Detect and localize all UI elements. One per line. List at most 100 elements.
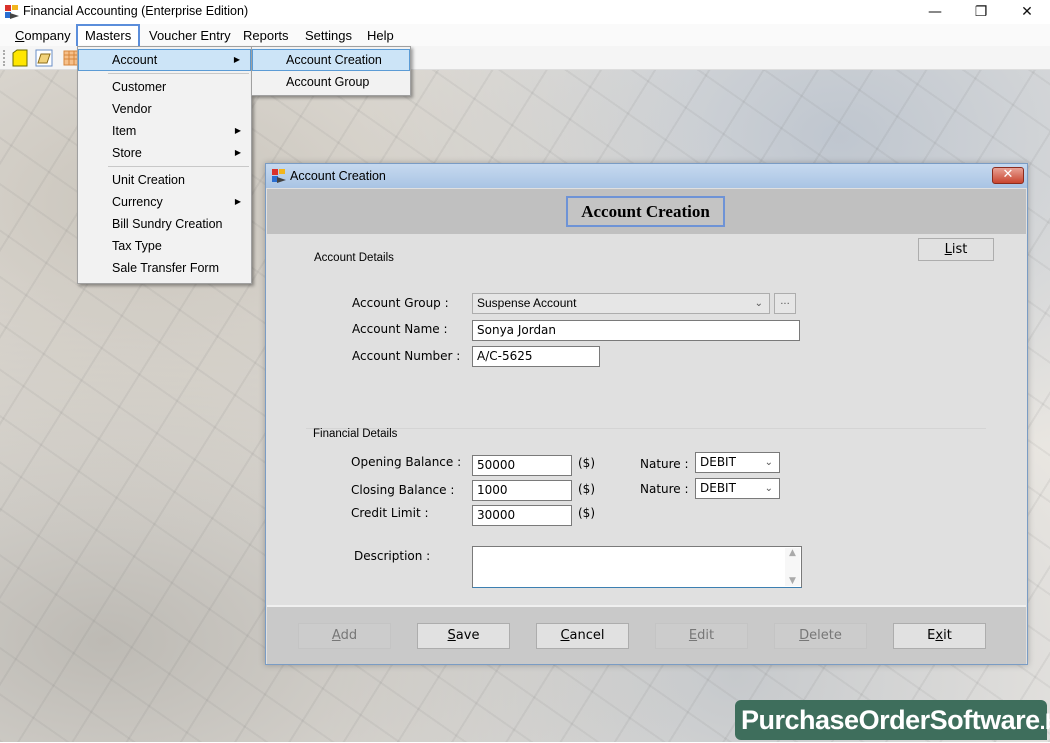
description-scrollbar[interactable]: ▲ ▼ [785, 548, 800, 586]
opening-nature-select[interactable]: DEBIT ⌄ [695, 452, 780, 473]
opening-nature-value: DEBIT [700, 455, 736, 469]
scroll-down-icon[interactable]: ▼ [785, 576, 800, 586]
save-accel: S [447, 628, 456, 643]
dialog-titlebar: Account Creation ✕ [266, 164, 1027, 188]
menu-masters[interactable]: Masters [76, 24, 141, 48]
add-label: dd [340, 628, 358, 643]
scroll-up-icon[interactable]: ▲ [785, 548, 800, 558]
account-number-input[interactable]: A/C-5625 [472, 346, 600, 367]
cancel-label: ancel [569, 628, 605, 643]
account-group-label: Account Group : [352, 296, 449, 310]
opening-nature-label: Nature : [640, 457, 689, 471]
new-file-icon[interactable] [11, 49, 29, 67]
app-logo-icon [272, 169, 286, 183]
chevron-down-icon: ⌄ [764, 483, 773, 494]
edit-label: dit [697, 628, 715, 643]
menu-help[interactable]: Help [360, 27, 401, 44]
watermark-tld: .biz [1039, 711, 1050, 734]
open-folder-icon[interactable] [35, 49, 53, 67]
dialog-heading: Account Creation [566, 196, 725, 227]
chevron-down-icon: ⌄ [764, 457, 773, 468]
menu-reports[interactable]: Reports [236, 27, 296, 44]
menu-separator [108, 73, 249, 74]
restore-button[interactable]: ❐ [958, 0, 1004, 24]
add-accel: A [331, 628, 341, 643]
closing-nature-label: Nature : [640, 482, 689, 496]
delete-button[interactable]: Delete [774, 623, 867, 649]
menu-item-bill-sundry-creation[interactable]: Bill Sundry Creation [78, 213, 251, 235]
add-button[interactable]: Add [298, 623, 391, 649]
menu-item-currency-label: Currency [112, 195, 163, 209]
group-divider [306, 428, 986, 429]
menu-company-label: ompany [24, 28, 71, 43]
menu-item-currency[interactable]: Currency ▶ [78, 191, 251, 213]
account-group-select[interactable]: Suspense Account ⌄ [472, 293, 770, 314]
menu-separator [108, 166, 249, 167]
account-details-section-label: Account Details [314, 252, 394, 264]
menu-settings[interactable]: Settings [298, 27, 359, 44]
account-submenu: Account Creation Account Group [251, 46, 411, 96]
menu-item-unit-creation[interactable]: Unit Creation [78, 169, 251, 191]
menu-item-store-label: Store [112, 146, 142, 160]
close-icon: ✕ [1002, 167, 1014, 182]
close-button[interactable]: ✕ [1004, 0, 1050, 24]
cancel-button[interactable]: Cancel [536, 623, 629, 649]
closing-balance-label: Closing Balance : [351, 483, 455, 497]
cancel-accel: C [560, 628, 570, 643]
minimize-button[interactable]: — [912, 0, 958, 24]
account-group-browse-button[interactable]: ... [774, 293, 796, 314]
dialog-close-button[interactable]: ✕ [992, 167, 1024, 184]
account-number-label: Account Number : [352, 349, 461, 363]
close-icon: ✕ [1021, 4, 1033, 20]
toolbar-grip[interactable] [3, 50, 5, 66]
account-name-input[interactable]: Sonya Jordan [472, 320, 800, 341]
opening-balance-label: Opening Balance : [351, 455, 462, 469]
watermark-name: PurchaseOrderSoftware [741, 705, 1040, 735]
exit-label-post: it [943, 628, 952, 643]
menubar: Company Masters Voucher Entry Reports Se… [0, 24, 1050, 48]
submenu-arrow-icon: ▶ [234, 148, 241, 157]
closing-nature-select[interactable]: DEBIT ⌄ [695, 478, 780, 499]
chevron-down-icon: ⌄ [754, 298, 763, 309]
opening-balance-unit: ($) [578, 456, 595, 470]
delete-label: elete [809, 628, 842, 643]
menu-voucher-entry[interactable]: Voucher Entry [142, 27, 238, 44]
closing-balance-unit: ($) [578, 482, 595, 496]
closing-balance-input[interactable]: 1000 [472, 480, 572, 501]
submenu-arrow-icon: ▶ [234, 197, 241, 206]
menu-company-accel: C [15, 28, 25, 43]
description-label: Description : [354, 549, 431, 563]
app-titlebar: Financial Accounting (Enterprise Edition… [0, 0, 1050, 24]
menu-item-account[interactable]: Account ▶ [78, 49, 251, 71]
menu-item-store[interactable]: Store ▶ [78, 142, 251, 164]
edit-button[interactable]: Edit [655, 623, 748, 649]
menu-item-item-label: Item [112, 124, 137, 138]
closing-nature-value: DEBIT [700, 481, 736, 495]
exit-button[interactable]: Exit [893, 623, 986, 649]
opening-balance-input[interactable]: 50000 [472, 455, 572, 476]
menu-item-sale-transfer-form[interactable]: Sale Transfer Form [78, 257, 251, 279]
account-group-value: Suspense Account [477, 296, 577, 310]
menu-item-item[interactable]: Item ▶ [78, 120, 251, 142]
save-button[interactable]: Save [417, 623, 510, 649]
list-accel: L [944, 242, 952, 257]
minimize-icon: — [928, 4, 942, 20]
menu-item-tax-type[interactable]: Tax Type [78, 235, 251, 257]
menu-item-vendor[interactable]: Vendor [78, 98, 251, 120]
edit-accel: E [688, 628, 698, 643]
dialog-title: Account Creation [290, 169, 386, 183]
menu-item-customer[interactable]: Customer [78, 76, 251, 98]
masters-menu: Account ▶ Customer Vendor Item ▶ Store ▶ Un… [77, 46, 252, 284]
credit-limit-input[interactable]: 30000 [472, 505, 572, 526]
menu-item-account-group[interactable]: Account Group [252, 71, 410, 93]
dialog-header: Account Creation [267, 189, 1026, 234]
submenu-arrow-icon: ▶ [234, 126, 241, 135]
list-button[interactable]: List [918, 238, 994, 261]
menu-item-account-creation[interactable]: Account Creation [252, 49, 410, 71]
watermark-banner: PurchaseOrderSoftware.biz [735, 700, 1050, 740]
save-label: ave [455, 628, 480, 643]
list-label: ist [951, 242, 968, 257]
menu-company[interactable]: Company [8, 27, 78, 44]
account-name-label: Account Name : [352, 322, 448, 336]
description-textarea[interactable]: ▲ ▼ [472, 546, 802, 588]
